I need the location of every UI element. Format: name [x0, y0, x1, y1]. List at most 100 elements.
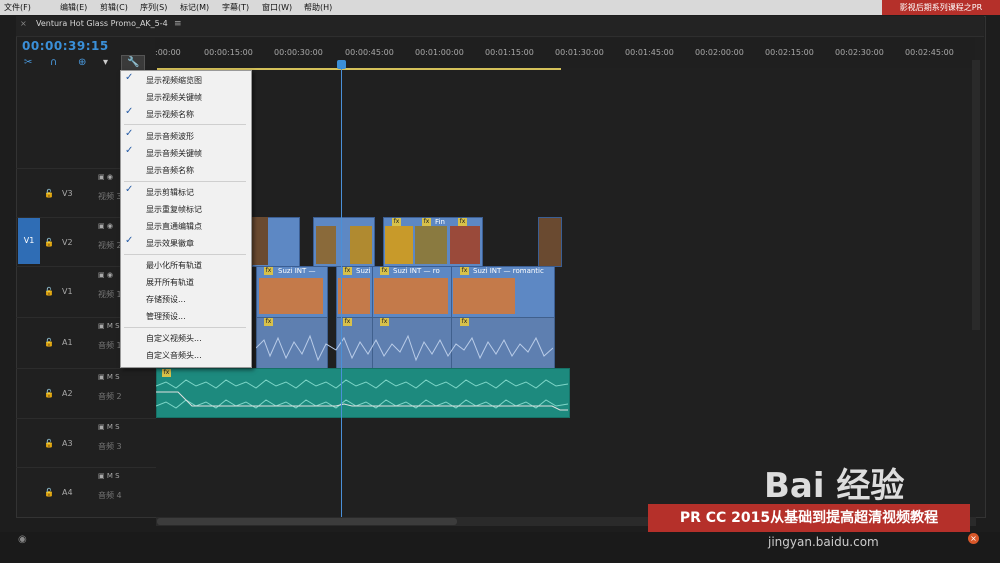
track-id: V1 — [62, 287, 73, 296]
menu-item[interactable]: 自定义视频头... — [146, 333, 202, 344]
menu-clip[interactable]: 剪辑(C) — [100, 2, 128, 13]
menu-item[interactable]: 展开所有轨道 — [146, 277, 194, 288]
fx-badge: fx — [264, 318, 273, 326]
vertical-scrollbar[interactable] — [972, 60, 980, 330]
snap-icon[interactable]: ∩ — [50, 57, 57, 68]
watermark-url: jingyan.baidu.com — [768, 535, 879, 549]
lock-icon[interactable]: 🔓 — [44, 389, 54, 398]
clip-thumbnail — [385, 226, 413, 264]
track-id: V3 — [62, 189, 73, 198]
clip-label: Suzi INT — — [278, 267, 316, 275]
playhead-line[interactable] — [341, 62, 342, 522]
clip-thumbnail — [316, 226, 336, 264]
ruler-label: 00:02:45:00 — [905, 48, 954, 57]
menu-marker[interactable]: 标记(M) — [180, 2, 209, 13]
mute-solo-icon[interactable]: ▣ M S — [98, 472, 120, 480]
menu-item[interactable]: 显示直通编辑点 — [146, 221, 202, 232]
menu-item[interactable]: 显示重复帧标记 — [146, 204, 202, 215]
linked-selection-icon[interactable]: ⊕ — [78, 57, 86, 68]
lock-icon[interactable]: 🔓 — [44, 488, 54, 497]
eye-icon[interactable]: ▣ ◉ — [98, 271, 113, 279]
course-promo-banner: PR CC 2015从基础到提高超清视频教程 — [648, 504, 970, 532]
eye-icon[interactable]: ▣ ◉ — [98, 222, 113, 230]
render-status-icon[interactable]: ◉ — [18, 534, 27, 545]
track-header-a3: 🔓 A3 ▣ M S 音频 3 — [16, 418, 156, 467]
ruler-label: 00:02:15:00 — [765, 48, 814, 57]
baidu-jingyan-logo: Bai 经验 — [764, 466, 905, 506]
close-icon[interactable]: × — [968, 533, 979, 544]
menu-item[interactable]: 显示剪辑标记 — [146, 187, 194, 198]
time-ruler[interactable]: :00:00 00:00:15:00 00:00:30:00 00:00:45:… — [155, 38, 975, 68]
track-header-a2: 🔓 A2 ▣ M S 音频 2 — [16, 368, 156, 419]
menu-title[interactable]: 字幕(T) — [222, 2, 249, 13]
menu-item[interactable]: 显示视频缩览图 — [146, 75, 202, 86]
playhead-timecode[interactable]: 00:00:39:15 — [22, 39, 109, 53]
fx-badge: fx — [380, 267, 389, 275]
mute-solo-icon[interactable]: ▣ M S — [98, 373, 120, 381]
fx-badge: fx — [460, 318, 469, 326]
ruler-label: 00:01:30:00 — [555, 48, 604, 57]
clip-label: Fin — [435, 218, 445, 226]
clip-thumbnail — [338, 278, 370, 314]
menu-item[interactable]: 显示效果徽章 — [146, 238, 194, 249]
ruler-label: 00:01:45:00 — [625, 48, 674, 57]
video-clip[interactable] — [538, 217, 562, 267]
add-marker-icon[interactable]: ▾ — [103, 57, 108, 68]
horizontal-scrollbar-thumb[interactable] — [157, 518, 457, 525]
tab-sequence[interactable]: Ventura Hot Glass Promo_AK_5-4 — [36, 19, 168, 28]
course-brand-badge: 影视后期系列课程之PR — [882, 0, 1000, 15]
menu-item[interactable]: 显示视频名称 — [146, 109, 194, 120]
track-name: 视频 3 — [98, 192, 122, 201]
clip-thumbnail — [453, 278, 515, 314]
menu-edit[interactable]: 编辑(E) — [60, 2, 87, 13]
track-header-a4: 🔓 A4 ▣ M S 音频 4 — [16, 467, 156, 516]
fx-badge: fx — [460, 267, 469, 275]
lock-icon[interactable]: 🔓 — [44, 189, 54, 198]
clip-thumbnail — [259, 278, 323, 314]
menu-item[interactable]: 显示视频关键帧 — [146, 92, 202, 103]
menu-item[interactable]: 最小化所有轨道 — [146, 260, 202, 271]
menu-bar: 文件(F) 编辑(E) 剪辑(C) 序列(S) 标记(M) 字幕(T) 窗口(W… — [0, 0, 1000, 15]
menu-item[interactable]: 显示音频关键帧 — [146, 148, 202, 159]
check-icon: ✓ — [125, 235, 134, 246]
panel-menu-icon[interactable]: ≡ — [174, 19, 182, 29]
mute-solo-icon[interactable]: ▣ M S — [98, 322, 120, 330]
nest-icon[interactable]: ✂ — [24, 57, 32, 68]
lock-icon[interactable]: 🔓 — [44, 439, 54, 448]
menu-item[interactable]: 自定义音频头... — [146, 350, 202, 361]
menu-item[interactable]: 管理预设... — [146, 311, 186, 322]
clip-label: Suzi INT — romantic — [473, 267, 544, 275]
fx-badge: fx — [343, 267, 352, 275]
wrench-icon[interactable]: 🔧 — [127, 57, 139, 68]
menu-item[interactable]: 显示音频波形 — [146, 131, 194, 142]
lock-icon[interactable]: 🔓 — [44, 338, 54, 347]
lock-icon[interactable]: 🔓 — [44, 287, 54, 296]
lock-icon[interactable]: 🔓 — [44, 238, 54, 247]
clip-thumbnail — [252, 217, 268, 265]
audio-waveform — [256, 334, 553, 362]
menu-file[interactable]: 文件(F) — [4, 2, 31, 13]
close-icon[interactable]: × — [20, 19, 27, 28]
check-icon: ✓ — [125, 106, 134, 117]
check-icon: ✓ — [125, 184, 134, 195]
track-name: 音频 3 — [98, 442, 122, 451]
clip-thumbnail — [450, 226, 480, 264]
track-name: 音频 2 — [98, 392, 122, 401]
ruler-label: 00:00:15:00 — [204, 48, 253, 57]
clip-label: Suzi — [356, 267, 371, 275]
ruler-label: 00:00:30:00 — [274, 48, 323, 57]
menu-help[interactable]: 帮助(H) — [304, 2, 332, 13]
menu-window[interactable]: 窗口(W) — [262, 2, 292, 13]
ruler-label: :00:00 — [155, 48, 181, 57]
ruler-label: 00:01:15:00 — [485, 48, 534, 57]
check-icon: ✓ — [125, 72, 134, 83]
menu-item[interactable]: 显示音频名称 — [146, 165, 194, 176]
ruler-label: 00:02:30:00 — [835, 48, 884, 57]
playhead-handle[interactable] — [337, 60, 346, 69]
menu-item[interactable]: 存储预设... — [146, 294, 186, 305]
ruler-label: 00:01:00:00 — [415, 48, 464, 57]
mute-solo-icon[interactable]: ▣ M S — [98, 423, 120, 431]
eye-icon[interactable]: ▣ ◉ — [98, 173, 113, 181]
menu-sequence[interactable]: 序列(S) — [140, 2, 167, 13]
ruler-label: 00:00:45:00 — [345, 48, 394, 57]
